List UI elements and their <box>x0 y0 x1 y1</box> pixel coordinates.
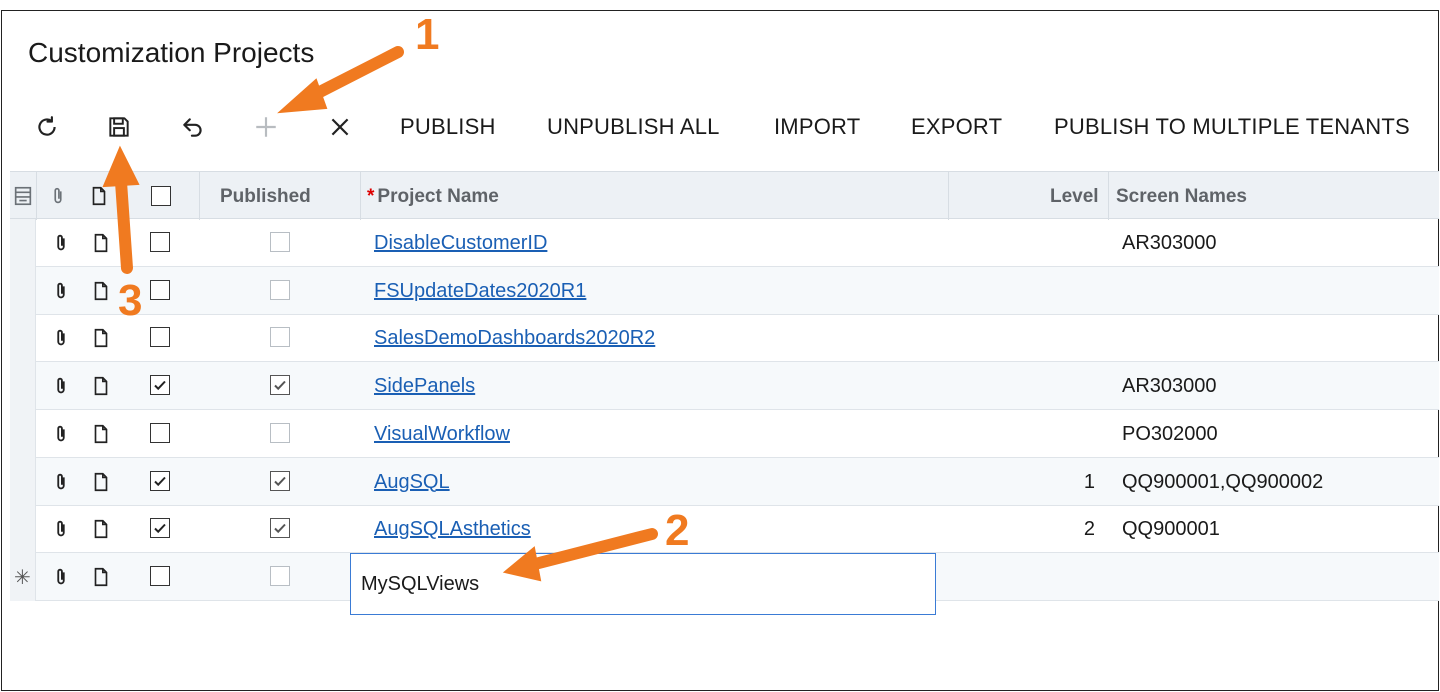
annotation-label-2: 2 <box>665 506 690 555</box>
row-selector[interactable] <box>10 219 36 267</box>
attachment-icon[interactable] <box>50 423 72 445</box>
required-mark: * <box>367 186 375 207</box>
table-row[interactable]: AugSQL 1 QQ900001,QQ900002 <box>10 457 1439 506</box>
file-icon[interactable] <box>90 566 112 588</box>
undo-icon[interactable] <box>176 110 210 144</box>
select-all-checkbox[interactable] <box>151 186 171 206</box>
published-checkbox <box>270 232 290 252</box>
published-checkbox <box>270 375 290 396</box>
published-column-header[interactable]: Published <box>220 186 311 208</box>
screen-names-column-header[interactable]: Screen Names <box>1116 186 1247 208</box>
projects-grid: Published * Project Name Level Screen Nam… <box>10 171 1439 601</box>
project-name-header-label: Project Name <box>377 186 499 207</box>
row-selector[interactable] <box>10 505 36 554</box>
save-icon[interactable] <box>102 110 136 144</box>
published-checkbox <box>270 565 290 586</box>
file-icon[interactable] <box>90 518 112 540</box>
published-checkbox <box>270 470 290 491</box>
annotation-label-1: 1 <box>415 10 440 59</box>
file-icon[interactable] <box>90 423 112 445</box>
table-row[interactable]: DisableCustomerID AR303000 <box>10 219 1439 267</box>
project-name-link[interactable]: DisableCustomerID <box>374 232 547 255</box>
file-icon[interactable] <box>90 375 112 397</box>
row-selector[interactable] <box>10 314 36 363</box>
attachment-icon[interactable] <box>50 471 72 493</box>
table-row[interactable]: SalesDemoDashboards2020R2 <box>10 314 1439 363</box>
screen-names-cell: QQ900001 <box>1122 518 1220 541</box>
annotation-label-3: 3 <box>118 276 143 325</box>
row-select-checkbox[interactable] <box>150 232 170 252</box>
attachment-icon[interactable] <box>50 566 72 588</box>
row-select-checkbox[interactable] <box>150 327 170 348</box>
delete-icon[interactable] <box>323 110 357 144</box>
level-cell: 2 <box>1083 518 1095 541</box>
new-row-indicator: ✳ <box>14 566 31 589</box>
project-name-link[interactable]: AugSQL <box>374 471 450 494</box>
import-button[interactable]: IMPORT <box>774 114 860 140</box>
refresh-icon[interactable] <box>30 110 64 144</box>
publish-to-multiple-tenants-button[interactable]: PUBLISH TO MULTIPLE TENANTS <box>1054 114 1410 140</box>
screen-names-cell: QQ900001,QQ900002 <box>1122 470 1324 493</box>
project-name-link[interactable]: AugSQLAsthetics <box>374 518 531 541</box>
file-icon[interactable] <box>90 280 112 302</box>
table-row[interactable]: VisualWorkflow PO302000 <box>10 409 1439 458</box>
screen-names-cell: AR303000 <box>1122 375 1217 398</box>
published-checkbox <box>270 518 290 539</box>
project-name-link[interactable]: FSUpdateDates2020R1 <box>374 280 586 303</box>
project-name-link[interactable]: SalesDemoDashboards2020R2 <box>374 327 655 350</box>
published-checkbox <box>270 422 290 443</box>
row-select-checkbox[interactable] <box>150 565 170 586</box>
project-name-input[interactable] <box>350 553 936 615</box>
attachment-icon[interactable] <box>50 518 72 540</box>
row-select-checkbox[interactable] <box>150 422 170 443</box>
row-select-checkbox[interactable] <box>150 375 170 396</box>
file-header-icon <box>88 185 110 207</box>
project-name-link[interactable]: SidePanels <box>374 375 475 398</box>
unpublish-all-button[interactable]: UNPUBLISH ALL <box>547 114 720 140</box>
file-icon[interactable] <box>90 232 112 254</box>
attachment-icon[interactable] <box>50 327 72 349</box>
screen-names-cell: PO302000 <box>1122 422 1218 445</box>
level-cell: 1 <box>1083 470 1095 493</box>
file-icon[interactable] <box>90 327 112 349</box>
row-selector[interactable] <box>10 457 36 506</box>
table-row[interactable]: SidePanels AR303000 <box>10 362 1439 411</box>
level-column-header[interactable]: Level <box>1050 186 1099 208</box>
row-selector[interactable] <box>10 409 36 458</box>
attachment-header-icon <box>47 185 69 207</box>
row-select-checkbox[interactable] <box>150 470 170 491</box>
attachment-icon[interactable] <box>50 280 72 302</box>
project-name-link[interactable]: VisualWorkflow <box>374 423 510 446</box>
grid-header: Published * Project Name Level Screen Nam… <box>10 171 1439 220</box>
project-name-column-header[interactable]: * Project Name <box>367 186 499 208</box>
row-selector[interactable] <box>10 362 36 411</box>
toolbar: PUBLISH UNPUBLISH ALL IMPORT EXPORT PUBL… <box>0 104 1440 148</box>
row-select-checkbox[interactable] <box>150 518 170 539</box>
row-selector[interactable] <box>10 266 36 315</box>
attachment-icon[interactable] <box>50 375 72 397</box>
publish-button[interactable]: PUBLISH <box>400 114 496 140</box>
page-title: Customization Projects <box>28 37 315 68</box>
screen-names-cell: AR303000 <box>1122 232 1217 254</box>
table-row[interactable]: AugSQLAsthetics 2 QQ900001 <box>10 505 1439 554</box>
add-icon[interactable] <box>249 110 283 144</box>
column-config-icon[interactable] <box>12 185 34 207</box>
export-button[interactable]: EXPORT <box>911 114 1002 140</box>
attachment-icon[interactable] <box>50 232 72 254</box>
published-checkbox <box>270 327 290 348</box>
file-icon[interactable] <box>90 471 112 493</box>
table-row[interactable]: FSUpdateDates2020R1 <box>10 266 1439 315</box>
published-checkbox <box>270 279 290 300</box>
row-select-checkbox[interactable] <box>150 279 170 300</box>
